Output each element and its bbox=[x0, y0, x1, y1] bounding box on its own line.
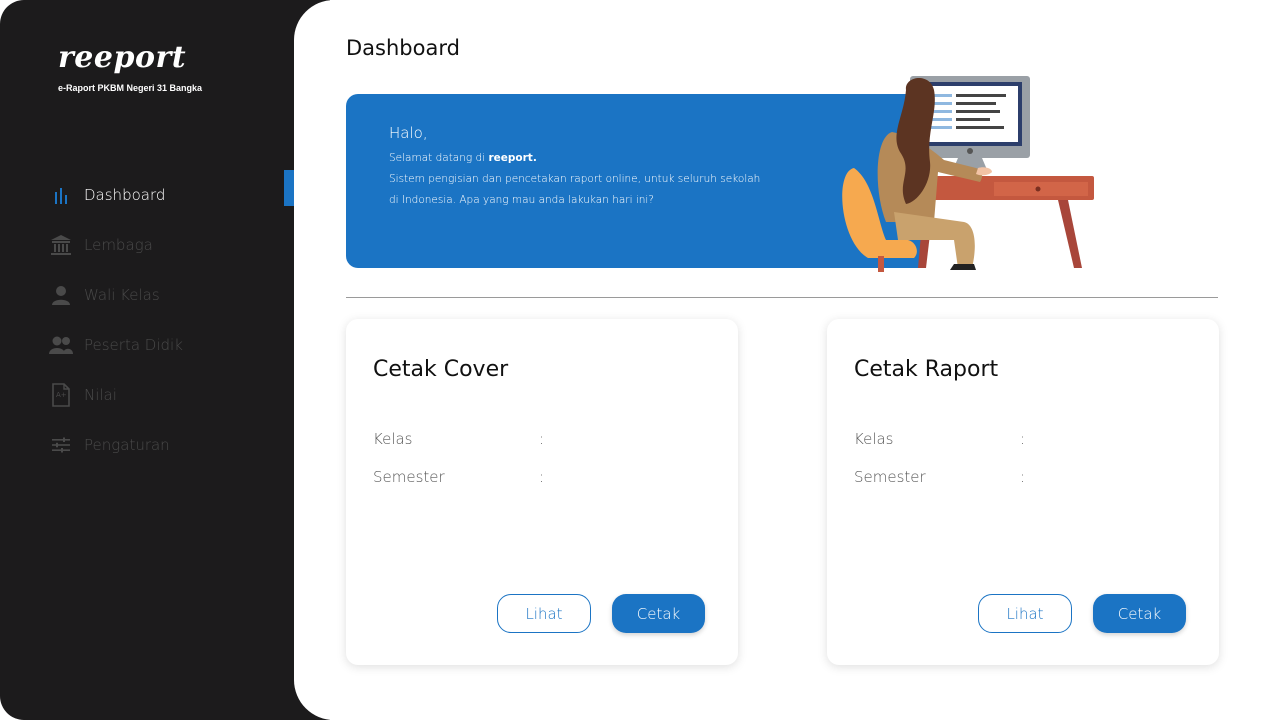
lihat-button[interactable]: Lihat bbox=[497, 594, 591, 633]
sidebar-item-pengaturan[interactable]: Pengaturan bbox=[48, 420, 298, 470]
sliders-icon bbox=[48, 432, 74, 458]
field-separator: : bbox=[1020, 430, 1026, 448]
semester-field: Semester : bbox=[373, 468, 544, 486]
bar-chart-icon bbox=[48, 182, 74, 208]
kelas-field: Kelas : bbox=[854, 430, 1025, 448]
field-label: Kelas bbox=[854, 430, 894, 448]
institution-icon bbox=[48, 232, 74, 258]
cetak-button[interactable]: Cetak bbox=[612, 594, 705, 633]
brand-logo: reeport e-Raport PKBM Negeri 31 Bangka bbox=[58, 40, 202, 93]
section-divider bbox=[346, 297, 1218, 298]
sidebar-item-lembaga[interactable]: Lembaga bbox=[48, 220, 298, 270]
semester-field: Semester : bbox=[854, 468, 1025, 486]
banner-welcome-prefix: Selamat datang di bbox=[389, 152, 489, 164]
woman-at-computer-illustration bbox=[842, 76, 1094, 272]
kelas-field: Kelas : bbox=[373, 430, 544, 448]
banner-welcome: Selamat datang di reeport. bbox=[389, 148, 760, 169]
sidebar-item-label: Nilai bbox=[84, 386, 117, 404]
field-separator: : bbox=[539, 430, 545, 448]
banner-welcome-brand: reeport. bbox=[488, 152, 537, 164]
cetak-button[interactable]: Cetak bbox=[1093, 594, 1186, 633]
lihat-button[interactable]: Lihat bbox=[978, 594, 1072, 633]
banner-line-2: Sistem pengisian dan pencetakan raport o… bbox=[389, 173, 761, 185]
sidebar-item-label: Peserta Didik bbox=[84, 336, 183, 354]
sidebar: reeport e-Raport PKBM Negeri 31 Bangka D… bbox=[0, 0, 330, 720]
sidebar-item-label: Lembaga bbox=[84, 236, 153, 254]
cetak-raport-card: Cetak Raport Kelas : Semester : Lihat Ce… bbox=[827, 319, 1219, 665]
sidebar-item-peserta-didik[interactable]: Peserta Didik bbox=[48, 320, 298, 370]
banner-line-3: di Indonesia. Apa yang mau anda lakukan … bbox=[389, 194, 654, 206]
active-nav-indicator bbox=[284, 170, 294, 206]
main-panel: Dashboard Halo, Selamat datang di reepor… bbox=[294, 0, 1280, 720]
logo-text: reeport bbox=[58, 40, 187, 75]
sidebar-nav: Dashboard Lembaga Wali Kelas Peserta Did… bbox=[48, 170, 298, 470]
page-title: Dashboard bbox=[346, 36, 460, 60]
users-icon bbox=[48, 332, 74, 358]
brand-subtitle: e-Raport PKBM Negeri 31 Bangka bbox=[58, 83, 203, 93]
sidebar-item-wali-kelas[interactable]: Wali Kelas bbox=[48, 270, 298, 320]
sidebar-item-dashboard[interactable]: Dashboard bbox=[48, 170, 298, 220]
card-title: Cetak Raport bbox=[854, 357, 999, 382]
field-separator: : bbox=[1020, 468, 1026, 486]
sidebar-item-label: Wali Kelas bbox=[84, 286, 160, 304]
sidebar-item-label: Dashboard bbox=[84, 186, 166, 204]
user-icon bbox=[48, 282, 74, 308]
sidebar-item-nilai[interactable]: A+ Nilai bbox=[48, 370, 298, 420]
field-label: Semester bbox=[373, 468, 445, 486]
card-title: Cetak Cover bbox=[373, 357, 509, 382]
svg-text:A+: A+ bbox=[56, 391, 67, 399]
field-label: Kelas bbox=[373, 430, 413, 448]
grade-document-icon: A+ bbox=[48, 382, 74, 408]
field-label: Semester bbox=[854, 468, 926, 486]
cetak-cover-card: Cetak Cover Kelas : Semester : Lihat Cet… bbox=[346, 319, 738, 665]
banner-greeting: Halo, bbox=[389, 124, 428, 142]
sidebar-item-label: Pengaturan bbox=[84, 436, 170, 454]
field-separator: : bbox=[539, 468, 545, 486]
